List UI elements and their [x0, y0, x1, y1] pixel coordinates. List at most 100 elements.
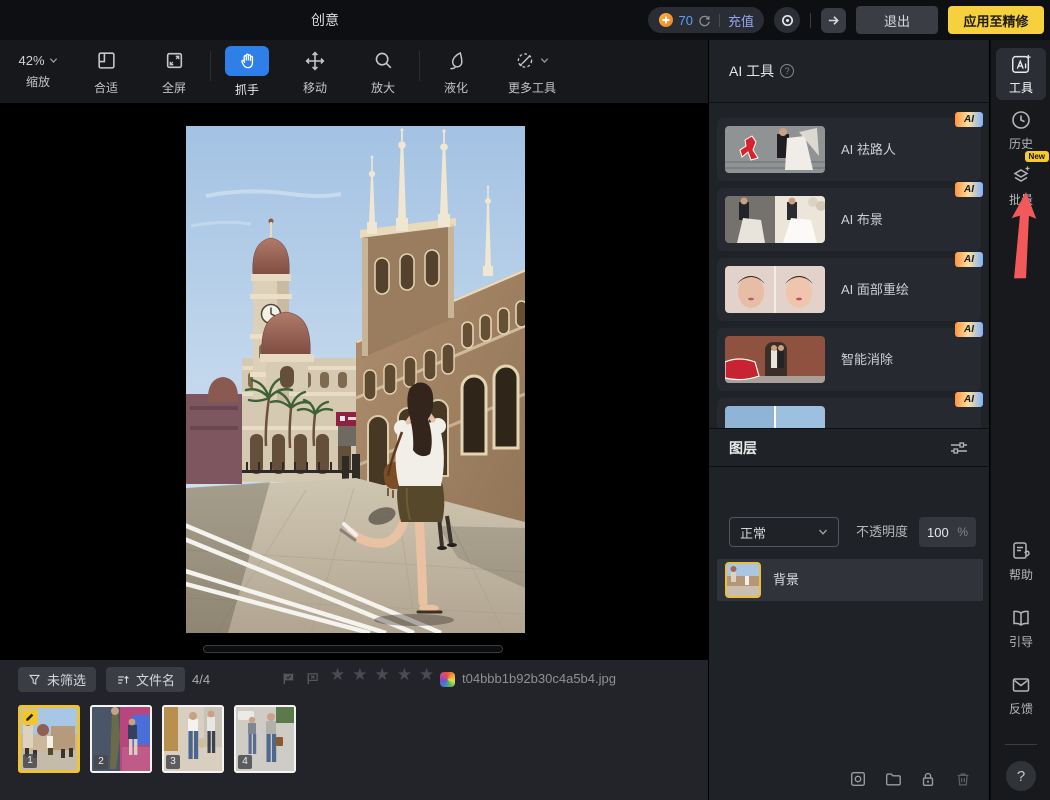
- star-5[interactable]: ★: [419, 665, 434, 685]
- star-2[interactable]: ★: [352, 665, 367, 685]
- divider: [810, 12, 811, 28]
- lock-icon[interactable]: [918, 769, 938, 789]
- gear-icon: [781, 14, 793, 26]
- credits-value: 70: [678, 12, 693, 28]
- recharge-button[interactable]: 充值: [728, 11, 754, 30]
- editing-pencil-badge: [22, 709, 38, 725]
- ai-card-smart-erase[interactable]: 智能消除 AI: [717, 322, 983, 391]
- trash-icon[interactable]: [953, 769, 973, 789]
- blend-mode-select[interactable]: 正常: [729, 517, 839, 547]
- opacity-label: 不透明度: [856, 524, 909, 539]
- ai-card-partial[interactable]: AI: [717, 392, 983, 428]
- ai-tools-icon: [1012, 54, 1031, 73]
- thumbnail-3[interactable]: 3: [162, 705, 224, 773]
- color-label-chip[interactable]: [440, 672, 455, 687]
- history-clock-icon: [1012, 110, 1030, 129]
- question-help-button[interactable]: ?: [1006, 761, 1036, 791]
- move-icon: [305, 51, 325, 70]
- thumbnail-number: 4: [238, 755, 252, 769]
- opacity-input[interactable]: 100 %: [919, 517, 976, 547]
- help-doc-icon: [1013, 541, 1030, 559]
- canvas-horizontal-scrollbar[interactable]: [203, 645, 503, 653]
- sort-icon: [118, 675, 129, 684]
- tool-liquify[interactable]: 液化: [422, 44, 490, 100]
- filter-button[interactable]: 未筛选: [18, 667, 97, 692]
- ai-card-remove-passerby[interactable]: AI 祛路人 AI: [717, 112, 983, 181]
- layers-body: 正常 不透明度 100 % 背景: [709, 467, 989, 758]
- star-4[interactable]: ★: [397, 665, 412, 685]
- rail-tab-label: 历史: [1008, 136, 1033, 151]
- rail-tab-tools[interactable]: 工具: [996, 48, 1046, 100]
- star-rating[interactable]: ★ ★ ★ ★ ★: [330, 665, 434, 685]
- star-1[interactable]: ★: [330, 665, 345, 685]
- photo-street-scene: [181, 126, 526, 636]
- folder-icon[interactable]: [883, 769, 903, 789]
- arrow-right-icon: [828, 15, 839, 25]
- ai-card-thumb: [725, 406, 825, 428]
- page-title: 创意: [311, 12, 339, 28]
- rail-tab-label: 工具: [1008, 80, 1033, 95]
- thumbnail-number: 3: [166, 755, 180, 769]
- opacity-unit: %: [957, 525, 968, 539]
- thumbnail-1[interactable]: 1: [18, 705, 80, 773]
- tool-fit[interactable]: 合适: [72, 44, 140, 100]
- rail-button-guide[interactable]: 引导: [996, 602, 1046, 654]
- settings-button[interactable]: [774, 7, 800, 33]
- layer-thumbnail: [725, 562, 761, 598]
- sort-by-filename-button[interactable]: 文件名: [106, 667, 186, 692]
- hand-icon: [240, 53, 253, 69]
- filter-label: 未筛选: [47, 673, 87, 688]
- flag-reject-icon[interactable]: [305, 671, 320, 691]
- layer-row-background[interactable]: 背景: [717, 559, 983, 601]
- tool-move[interactable]: 移动: [281, 44, 349, 100]
- ai-tools-title: AI 工具: [729, 63, 775, 79]
- apply-to-retouch-button[interactable]: 应用至精修: [948, 6, 1044, 34]
- refresh-icon[interactable]: [698, 14, 711, 27]
- canvas-photo[interactable]: [181, 126, 526, 636]
- help-circle-icon[interactable]: ?: [780, 64, 795, 78]
- fullscreen-icon: [166, 52, 182, 69]
- chevron-down-icon: [540, 58, 549, 64]
- ai-card-label: AI 布景: [841, 212, 883, 227]
- star-3[interactable]: ★: [375, 665, 390, 685]
- funnel-icon: [28, 674, 41, 685]
- tool-fullscreen[interactable]: 全屏: [140, 44, 208, 100]
- ai-card-label: AI 面部重绘: [841, 282, 909, 297]
- rail-button-label: 引导: [1008, 634, 1033, 649]
- chevron-down-icon: [818, 529, 828, 535]
- tool-zoom-level[interactable]: 42% 缩放: [4, 44, 72, 100]
- flag-pick-icon[interactable]: [281, 671, 296, 691]
- export-button[interactable]: [821, 7, 846, 33]
- editing-canvas[interactable]: [0, 103, 708, 660]
- rail-button-help[interactable]: 帮助: [996, 535, 1046, 587]
- chevron-down-icon: [49, 58, 57, 64]
- fit-icon: [97, 52, 115, 69]
- batch-layers-icon: [1013, 166, 1030, 182]
- rail-tab-history[interactable]: 历史: [996, 104, 1046, 156]
- tool-hand[interactable]: 抓手: [213, 44, 281, 100]
- ai-card-face-repaint[interactable]: AI 面部重绘 AI: [717, 252, 983, 321]
- tool-zoom-in[interactable]: 放大: [349, 44, 417, 100]
- layer-actions: [709, 758, 989, 800]
- divider: [419, 50, 420, 81]
- rail-button-feedback[interactable]: 反馈: [996, 669, 1046, 721]
- tool-label: 液化: [443, 80, 468, 95]
- thumbnail-number: 2: [94, 755, 108, 769]
- thumbnail-2[interactable]: 2: [90, 705, 152, 773]
- credits-pill[interactable]: 70 充值: [647, 7, 764, 33]
- thumbnail-4[interactable]: 4: [234, 705, 296, 773]
- sliders-icon[interactable]: [949, 440, 969, 456]
- tool-label: 抓手: [234, 82, 259, 97]
- adjustment-icon[interactable]: [848, 769, 868, 789]
- right-rail: 工具 历史 New 批量 帮助 引导 反馈 ?: [990, 40, 1050, 800]
- topbar-actions: 70 充值 退出 应用至精修: [647, 0, 1044, 40]
- layers-header: 图层: [709, 428, 989, 467]
- tool-label: 更多工具: [507, 80, 556, 95]
- exit-button[interactable]: 退出: [856, 6, 938, 34]
- feedback-mail-icon: [1012, 677, 1030, 692]
- ai-badge: AI: [955, 182, 983, 197]
- toolbar: 42% 缩放 合适 全屏 抓手 移动 放大 液化 更多工具: [0, 40, 708, 103]
- ai-badge: AI: [955, 252, 983, 267]
- tool-more-tools[interactable]: 更多工具: [490, 44, 574, 100]
- ai-card-scene[interactable]: AI 布景 AI: [717, 182, 983, 251]
